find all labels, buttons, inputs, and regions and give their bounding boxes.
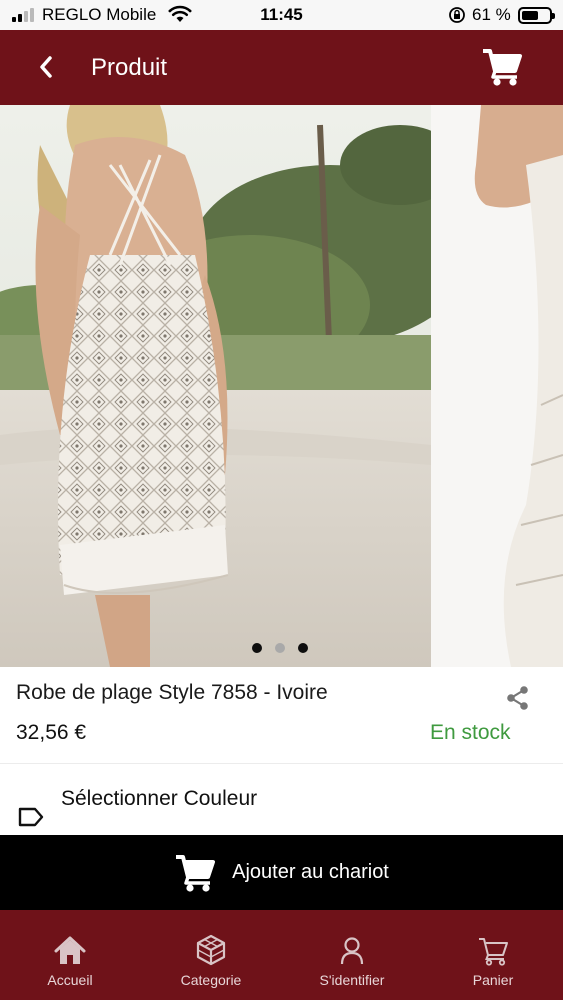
product-price: 32,56 € xyxy=(16,721,87,744)
nav-label: S'identifier xyxy=(319,972,385,988)
select-color-option[interactable]: Sélectionner Couleur xyxy=(61,787,257,811)
cube-icon xyxy=(196,934,226,966)
nav-label: Accueil xyxy=(47,972,93,988)
carousel-pagination xyxy=(252,643,308,653)
divider xyxy=(0,763,563,764)
nav-label: Categorie xyxy=(180,972,242,988)
chevron-left-icon xyxy=(40,56,52,78)
page-title: Produit xyxy=(91,54,168,81)
back-button[interactable] xyxy=(28,48,64,86)
share-icon xyxy=(507,686,528,710)
nav-label: Panier xyxy=(472,972,514,988)
shopping-cart-icon xyxy=(176,854,216,892)
bottom-navigation: Accueil Categorie S'identifier Panier xyxy=(0,910,563,1000)
tag-icon xyxy=(18,807,44,827)
product-image-carousel[interactable] xyxy=(0,105,563,667)
nav-item-panier[interactable]: Panier xyxy=(423,910,563,1000)
product-name: Robe de plage Style 7858 - Ivoire xyxy=(16,681,328,704)
add-to-cart-label: Ajouter au chariot xyxy=(232,861,389,883)
add-to-cart-button[interactable]: Ajouter au chariot xyxy=(0,835,563,910)
stock-status: En stock xyxy=(430,721,511,744)
product-photo-studio xyxy=(431,105,563,667)
shopping-cart-icon xyxy=(483,49,522,86)
app-header: Produit xyxy=(0,30,563,105)
status-bar: REGLO Mobile 11:45 61 % xyxy=(0,0,563,30)
share-button[interactable] xyxy=(504,684,532,712)
carousel-dot[interactable] xyxy=(298,643,308,653)
header-cart-button[interactable] xyxy=(478,44,526,90)
home-icon xyxy=(54,936,86,964)
battery-percent: 61 % xyxy=(472,5,511,24)
carousel-dot[interactable] xyxy=(252,643,262,653)
nav-item-categorie[interactable]: Categorie xyxy=(141,910,281,1000)
nav-item-identifier[interactable]: S'identifier xyxy=(282,910,422,1000)
carousel-dot[interactable] xyxy=(275,643,285,653)
user-icon xyxy=(340,937,364,965)
product-photo-beach xyxy=(0,105,431,667)
cart-outline-icon xyxy=(479,938,508,966)
nav-item-accueil[interactable]: Accueil xyxy=(0,910,140,1000)
orientation-lock-icon xyxy=(449,7,465,23)
battery-icon xyxy=(518,7,555,24)
